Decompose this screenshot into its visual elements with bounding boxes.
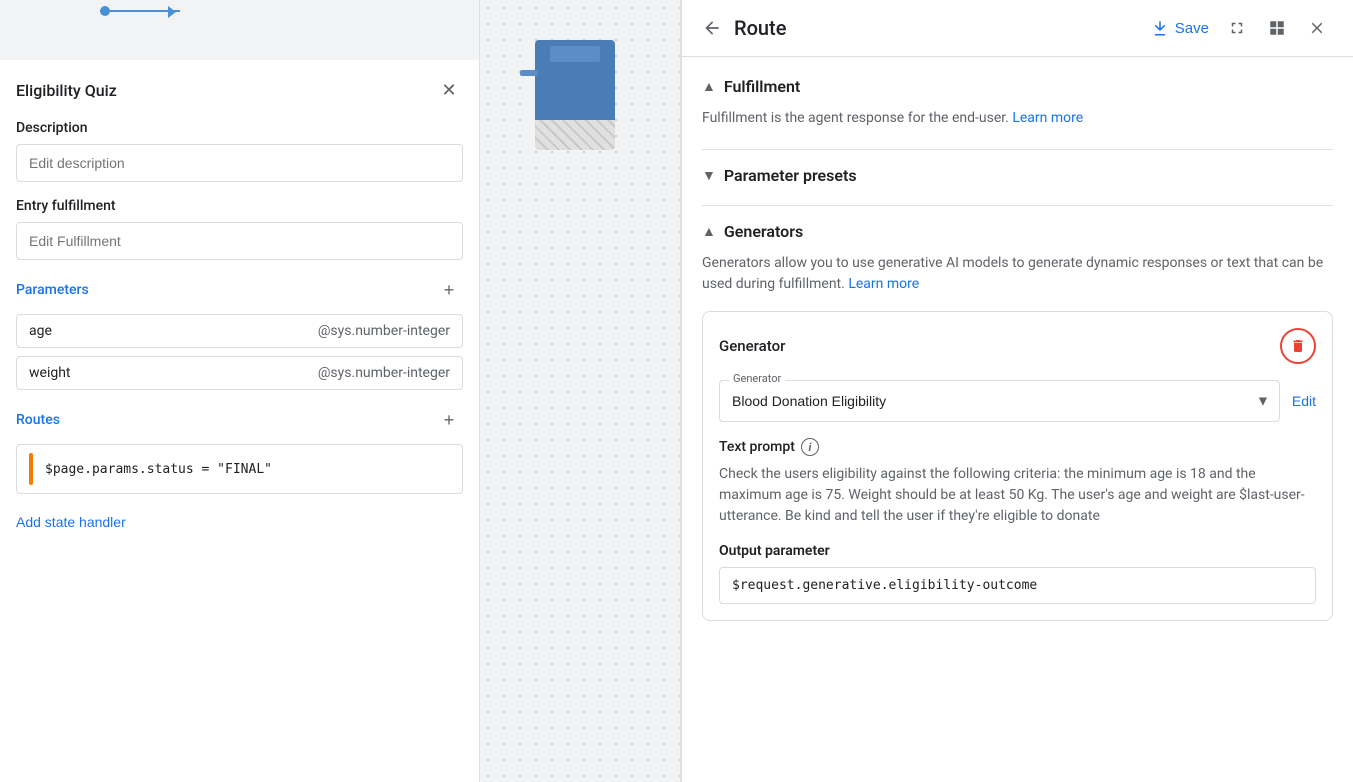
table-row: age @sys.number-integer (16, 314, 463, 348)
panel-title: Eligibility Quiz (16, 81, 117, 100)
left-panel: Eligibility Quiz ✕ Description Entry ful… (0, 0, 480, 782)
param-type-1: @sys.number-integer (318, 365, 450, 381)
generators-header: ▲ Generators (702, 222, 1333, 241)
panel-header: Eligibility Quiz ✕ (16, 76, 463, 104)
fullscreen-icon (1228, 19, 1246, 37)
generator-select-row: Generator Blood Donation Eligibility ▼ E… (719, 380, 1316, 422)
generators-chevron-icon[interactable]: ▲ (702, 223, 716, 240)
routes-list: $page.params.status = "FINAL" (16, 444, 463, 494)
description-label: Description (16, 120, 463, 136)
add-route-button[interactable]: + (435, 406, 463, 434)
generator-card: Generator Generator Blood Donation Eligi… (702, 311, 1333, 621)
prompt-text: Check the users eligibility against the … (719, 464, 1316, 527)
fulfillment-description: Fulfillment is the agent response for th… (702, 108, 1333, 129)
generators-section: ▲ Generators Generators allow you to use… (702, 222, 1333, 621)
save-button[interactable]: Save (1151, 19, 1209, 37)
route-title: Route (734, 16, 1139, 40)
entry-fulfillment-input[interactable] (16, 222, 463, 260)
generator-select-wrapper: Generator Blood Donation Eligibility ▼ (719, 380, 1280, 422)
right-header: Route Save (682, 0, 1353, 57)
generators-heading: Generators (724, 222, 803, 241)
close-icon (1308, 19, 1326, 37)
close-panel-button[interactable] (1301, 12, 1333, 44)
canvas-node (510, 20, 630, 150)
parameter-presets-section: ▼ Parameter presets (702, 166, 1333, 185)
flow-arrow (168, 6, 176, 18)
fulfillment-learn-more-link[interactable]: Learn more (1012, 110, 1083, 126)
canvas-area (480, 0, 680, 782)
routes-label: Routes (16, 412, 60, 428)
grid-icon (1268, 19, 1286, 37)
fulfillment-chevron-icon[interactable]: ▲ (702, 78, 716, 95)
node-bottom-hatch (535, 120, 615, 150)
right-content: ▲ Fulfillment Fulfillment is the agent r… (682, 57, 1353, 782)
add-parameter-button[interactable]: + (435, 276, 463, 304)
generator-card-title: Generator (719, 337, 785, 355)
add-state-handler-button[interactable]: Add state handler (16, 510, 126, 534)
output-param-input[interactable] (719, 567, 1316, 604)
routes-section-row: Routes + (16, 406, 463, 434)
divider-2 (702, 205, 1333, 206)
route-indicator (29, 453, 33, 485)
save-label: Save (1175, 20, 1209, 37)
node-top-bar (550, 46, 600, 62)
param-name-0: age (29, 323, 52, 339)
entry-fulfillment-label: Entry fulfillment (16, 198, 463, 214)
generator-select[interactable]: Blood Donation Eligibility (719, 380, 1280, 422)
fulfillment-section: ▲ Fulfillment Fulfillment is the agent r… (702, 77, 1333, 129)
fulfillment-heading: Fulfillment (724, 77, 800, 96)
save-icon (1151, 19, 1169, 37)
fullscreen-button[interactable] (1221, 12, 1253, 44)
editor-panel: Eligibility Quiz ✕ Description Entry ful… (0, 60, 479, 782)
parameter-presets-heading: Parameter presets (724, 166, 857, 185)
divider-1 (702, 149, 1333, 150)
param-type-0: @sys.number-integer (318, 323, 450, 339)
close-button[interactable]: ✕ (435, 76, 463, 104)
table-row: weight @sys.number-integer (16, 356, 463, 390)
back-button[interactable] (702, 18, 722, 38)
parameter-presets-header: ▼ Parameter presets (702, 166, 1333, 185)
parameter-presets-chevron-icon[interactable]: ▼ (702, 167, 716, 184)
output-param-label: Output parameter (719, 543, 1316, 559)
generator-card-header: Generator (719, 328, 1316, 364)
parameters-label: Parameters (16, 282, 89, 298)
node-card (535, 40, 615, 130)
fulfillment-header: ▲ Fulfillment (702, 77, 1333, 96)
route-condition-0: $page.params.status = "FINAL" (45, 462, 272, 477)
header-icons (1221, 12, 1333, 44)
delete-generator-button[interactable] (1280, 328, 1316, 364)
text-prompt-label: Text prompt (719, 439, 795, 455)
generators-learn-more-link[interactable]: Learn more (848, 276, 919, 292)
right-panel: Route Save (681, 0, 1353, 782)
back-arrow-icon (702, 18, 722, 38)
flow-area (0, 0, 479, 60)
edit-generator-button[interactable]: Edit (1292, 393, 1316, 409)
parameters-list: age @sys.number-integer weight @sys.numb… (16, 314, 463, 390)
grid-button[interactable] (1261, 12, 1293, 44)
text-prompt-row: Text prompt i (719, 438, 1316, 456)
parameters-section-row: Parameters + (16, 276, 463, 304)
generators-description: Generators allow you to use generative A… (702, 253, 1333, 295)
description-input[interactable] (16, 144, 463, 182)
delete-icon (1290, 338, 1306, 354)
generator-select-label: Generator (729, 372, 785, 385)
node-left-tab (520, 70, 538, 76)
info-icon[interactable]: i (801, 438, 819, 456)
list-item[interactable]: $page.params.status = "FINAL" (16, 444, 463, 494)
param-name-1: weight (29, 365, 71, 381)
